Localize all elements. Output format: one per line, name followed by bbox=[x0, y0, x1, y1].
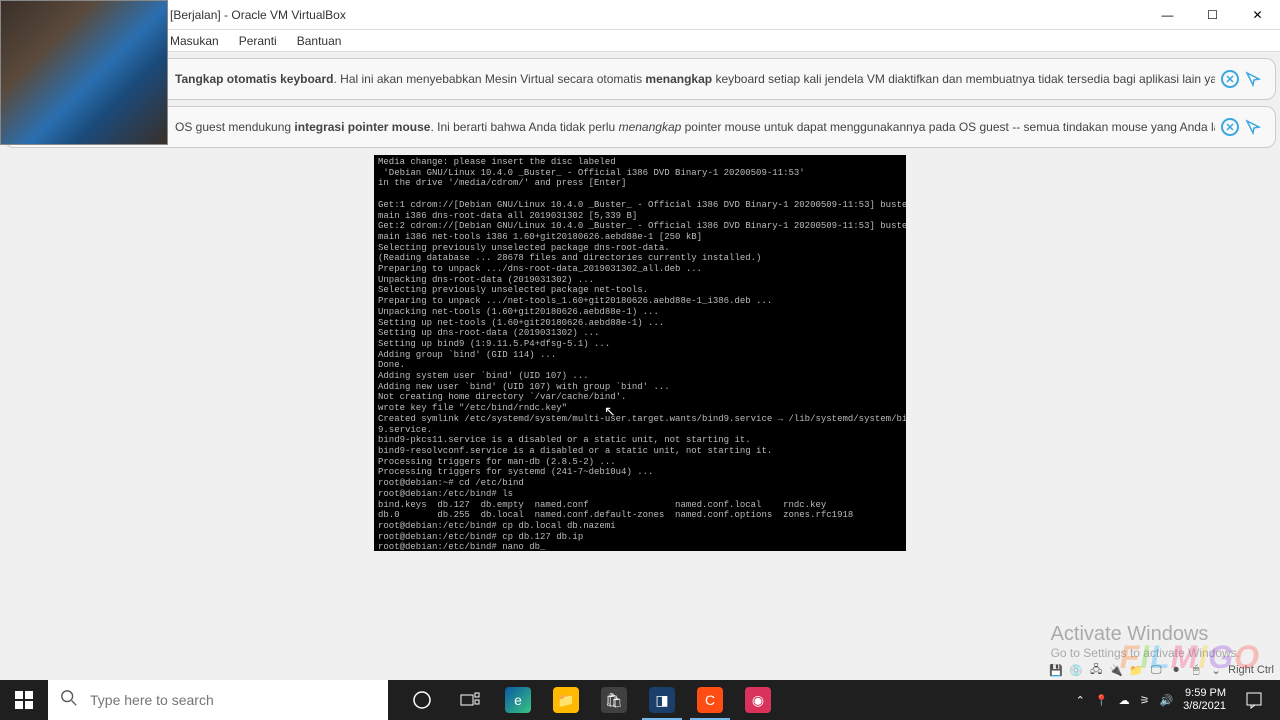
tray-wifi-icon[interactable]: ⚞ bbox=[1140, 694, 1150, 707]
info-bar-keyboard: Tangkap otomatis keyboard. Hal ini akan … bbox=[4, 58, 1276, 100]
tray-onedrive-icon[interactable]: ☁ bbox=[1119, 694, 1130, 707]
vb-hdd-icon: 💾 bbox=[1048, 662, 1064, 678]
edge-app[interactable]: e bbox=[494, 680, 542, 720]
tray-clock[interactable]: 9:59 PM 3/8/2021 bbox=[1183, 687, 1226, 713]
info-dismiss-icon[interactable]: ✕ bbox=[1221, 118, 1239, 136]
info-text: Tangkap otomatis keyboard. Hal ini akan … bbox=[175, 71, 1215, 88]
system-tray: ⌃ 📍 ☁ ⚞ 🔊 9:59 PM 3/8/2021 bbox=[1076, 680, 1280, 720]
minimize-button[interactable]: — bbox=[1145, 0, 1190, 30]
tray-chevron-up-icon[interactable]: ⌃ bbox=[1076, 694, 1085, 707]
action-center-button[interactable] bbox=[1236, 680, 1272, 720]
info-pointer-icon bbox=[1243, 69, 1263, 89]
start-button[interactable] bbox=[0, 680, 48, 720]
menu-bar: Masukan Peranti Bantuan bbox=[0, 30, 1280, 52]
search-input[interactable] bbox=[90, 692, 376, 708]
window-controls: — ☐ ✕ bbox=[1145, 0, 1280, 30]
camtasia-app[interactable]: C bbox=[686, 680, 734, 720]
windows-taskbar: e 📁 🛍 ◨ C ◉ ⌃ 📍 ☁ ⚞ 🔊 9:59 PM 3/8/2021 bbox=[0, 680, 1280, 720]
webcam-overlay bbox=[0, 0, 168, 145]
info-dismiss-icon[interactable]: ✕ bbox=[1221, 70, 1239, 88]
tray-location-icon[interactable]: 📍 bbox=[1095, 694, 1109, 707]
info-text: OS guest mendukung integrasi pointer mou… bbox=[175, 119, 1215, 136]
maximize-button[interactable]: ☐ bbox=[1190, 0, 1235, 30]
search-icon bbox=[60, 689, 78, 712]
info-bold: Tangkap otomatis keyboard bbox=[175, 72, 333, 86]
vb-disc-icon: 💿 bbox=[1068, 662, 1084, 678]
info-pointer-icon bbox=[1243, 117, 1263, 137]
tray-volume-icon[interactable]: 🔊 bbox=[1159, 694, 1173, 707]
close-button[interactable]: ✕ bbox=[1235, 0, 1280, 30]
taskbar-search[interactable] bbox=[48, 680, 388, 720]
info-bar-mouse: OS guest mendukung integrasi pointer mou… bbox=[4, 106, 1276, 148]
store-app[interactable]: 🛍 bbox=[590, 680, 638, 720]
cortana-button[interactable] bbox=[398, 680, 446, 720]
vm-terminal[interactable]: Media change: please insert the disc lab… bbox=[374, 155, 906, 551]
filmigo-watermark: FILMIGO bbox=[1120, 639, 1260, 676]
vb-network-icon: 🖧 bbox=[1088, 662, 1104, 678]
taskview-button[interactable] bbox=[446, 680, 494, 720]
recorder-app[interactable]: ◉ bbox=[734, 680, 782, 720]
menu-masukan[interactable]: Masukan bbox=[170, 34, 219, 48]
virtualbox-app[interactable]: ◨ bbox=[638, 680, 686, 720]
explorer-app[interactable]: 📁 bbox=[542, 680, 590, 720]
window-title-bar: [Berjalan] - Oracle VM VirtualBox — ☐ ✕ bbox=[0, 0, 1280, 30]
window-title: [Berjalan] - Oracle VM VirtualBox bbox=[170, 8, 1145, 22]
tray-time: 9:59 PM bbox=[1183, 687, 1226, 700]
menu-bantuan[interactable]: Bantuan bbox=[297, 34, 342, 48]
tray-date: 3/8/2021 bbox=[1183, 700, 1226, 713]
menu-peranti[interactable]: Peranti bbox=[239, 34, 277, 48]
